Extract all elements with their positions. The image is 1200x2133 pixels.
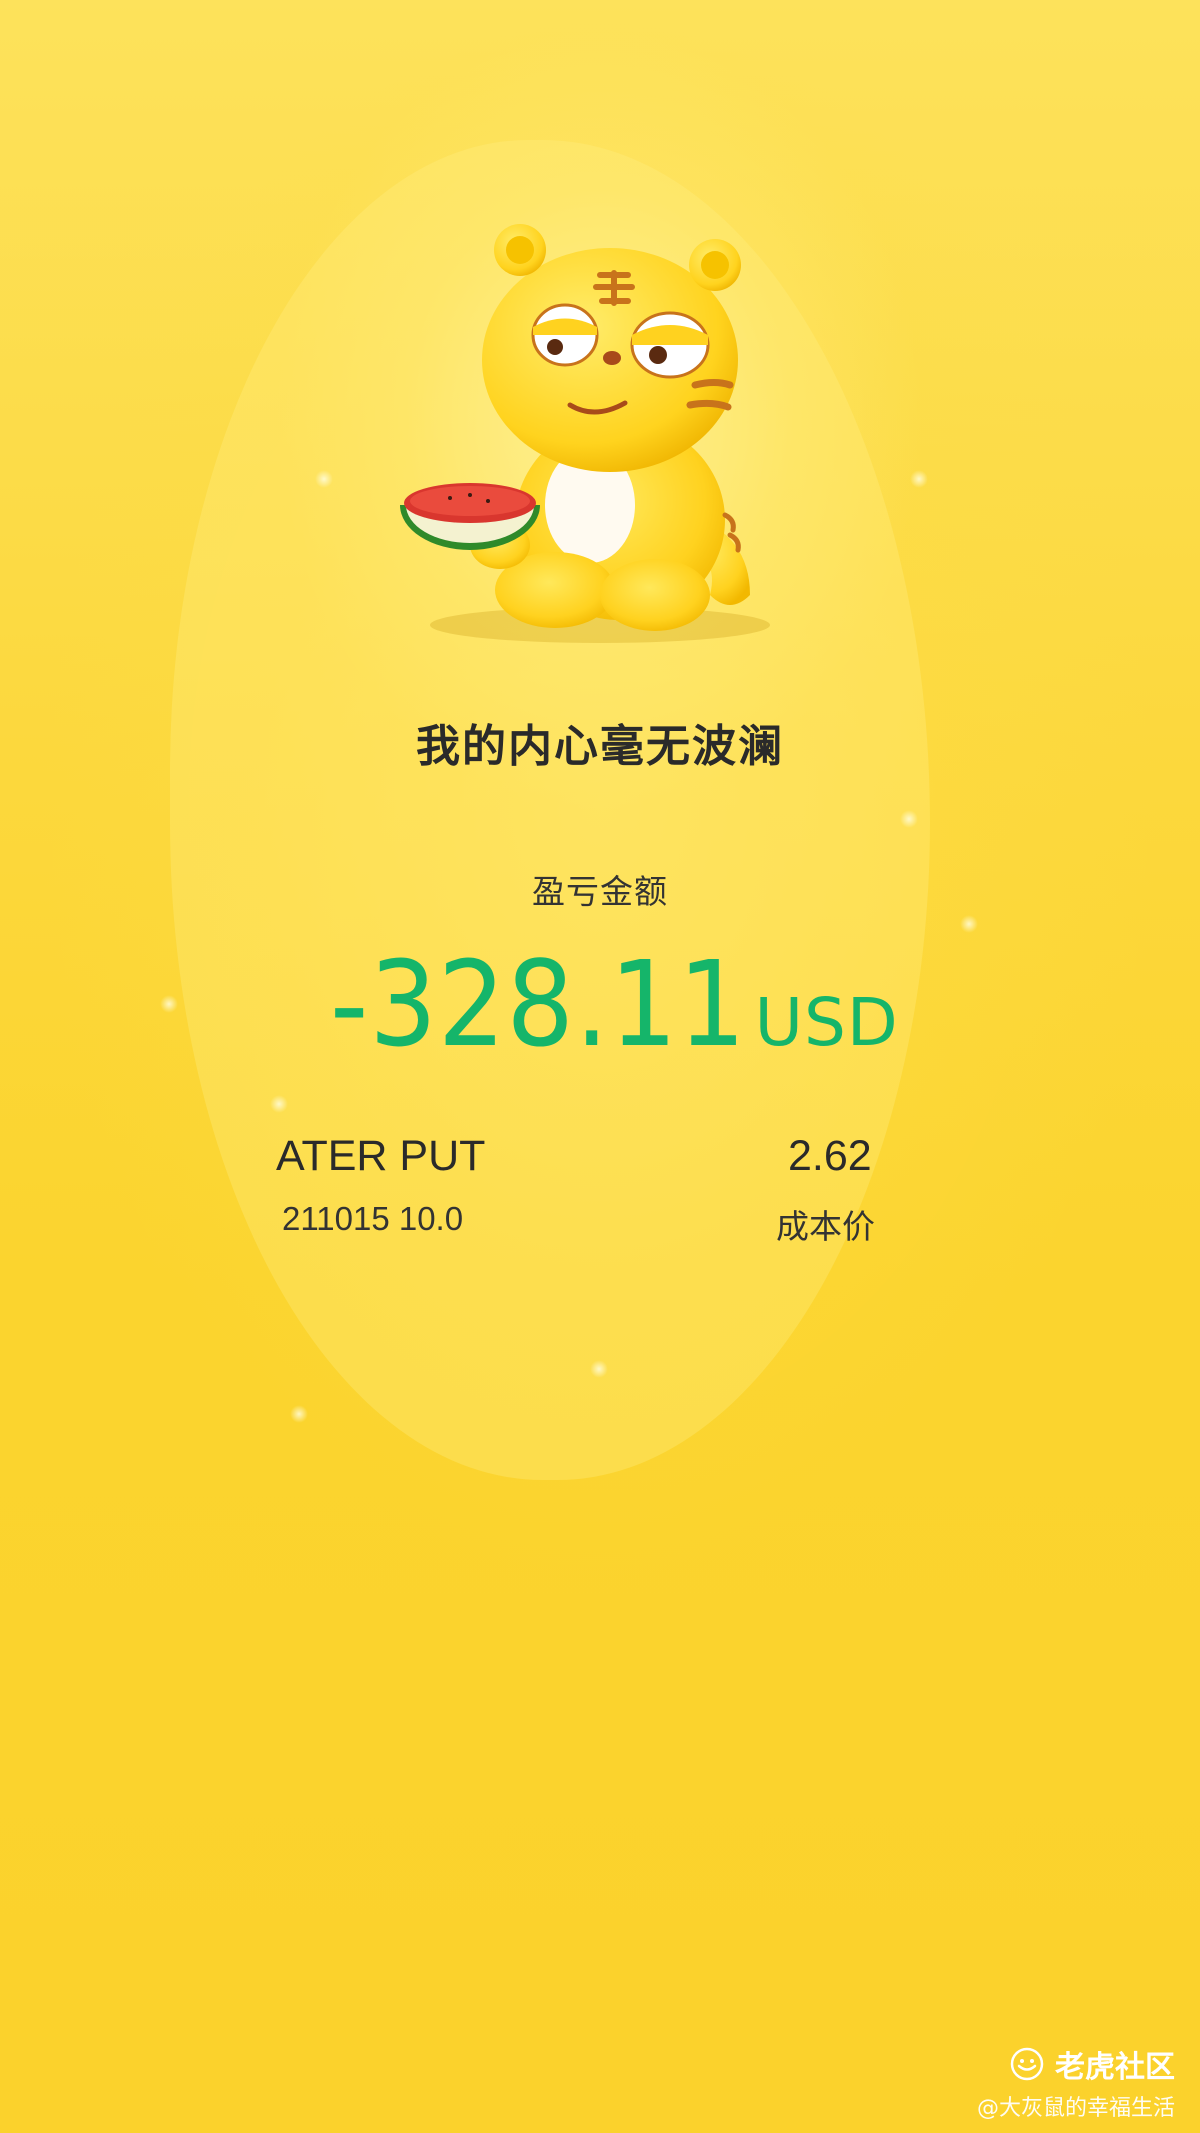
sparkle xyxy=(900,810,918,828)
watermark-text: @大灰鼠的幸福生活 xyxy=(976,2096,1175,2121)
pnl-label: 盈亏金额 xyxy=(532,872,668,911)
headline-text: 我的内心毫无波澜 xyxy=(416,721,784,772)
sparkle xyxy=(160,995,178,1013)
sparkle xyxy=(290,1405,308,1423)
cost-price-value: 2.62 xyxy=(788,1132,872,1180)
tiger-mascot-icon xyxy=(400,224,770,643)
contract-detail: 211015 10.0 xyxy=(282,1200,464,1237)
sparkle xyxy=(590,1360,608,1378)
contract-name: ATER PUT xyxy=(276,1132,486,1180)
sparkle xyxy=(960,915,978,933)
pnl-unit: USD xyxy=(754,984,899,1061)
sparkle xyxy=(270,1095,288,1113)
pnl-amount: -328.11 USD xyxy=(330,935,899,1073)
cost-price-label: 成本价 xyxy=(776,1207,875,1246)
brand-logo: 老虎社区 xyxy=(1009,2042,1175,2086)
brand-name: 老虎社区 xyxy=(1055,2050,1175,2085)
sparkle xyxy=(910,470,928,488)
pnl-value: -328.11 xyxy=(330,935,747,1073)
sparkle xyxy=(315,470,333,488)
tiger-logo-icon xyxy=(1010,2047,1044,2081)
